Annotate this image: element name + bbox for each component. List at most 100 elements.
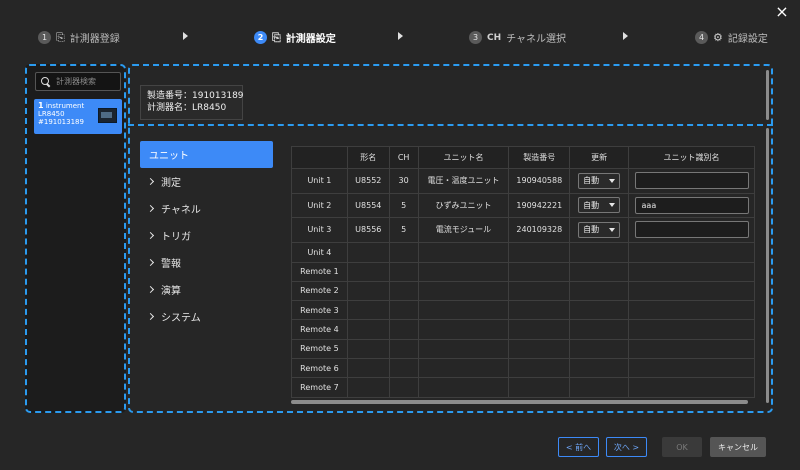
serial-number-cell (508, 280, 571, 302)
table-header-row: 形名 CH ユニット名 製造番号 更新 ユニット識別名 (291, 146, 755, 169)
caret-down-icon (609, 203, 616, 208)
update-mode-select[interactable]: 自動 (578, 197, 621, 214)
channel-count-cell (388, 261, 419, 282)
nav-item-label: システム (161, 313, 201, 324)
search-icon (41, 76, 51, 87)
step-label: 計測器設定 (285, 34, 336, 45)
search-box[interactable] (35, 72, 121, 91)
model-cell: U8556 (346, 217, 390, 243)
record-settings-icon: ⚙ (713, 31, 723, 44)
chevron-right-icon (146, 258, 155, 267)
nav-item-trigger[interactable]: トリガ (140, 222, 273, 249)
update-cell (569, 280, 630, 302)
nav-item-label: トリガ (161, 232, 191, 243)
step-label: チャネル選択 (506, 34, 567, 45)
unit-identifier-cell (628, 241, 755, 263)
nav-item-label: 警報 (161, 259, 181, 270)
instrument-count: 1 (38, 101, 44, 110)
caret-down-icon (609, 227, 616, 232)
model-cell: U8554 (346, 192, 390, 218)
step-number: 4 (695, 31, 708, 44)
chevron-right-icon (146, 204, 155, 213)
nav-item-label: 測定 (161, 178, 181, 189)
update-cell (569, 357, 630, 379)
chevron-right-icon (146, 231, 155, 240)
panel-vertical-scrollbar[interactable] (766, 128, 769, 403)
unit-slot-cell: Remote 2 (291, 280, 348, 302)
serial-number-cell (508, 357, 571, 379)
step-arrow-icon (183, 32, 188, 40)
instrument-icon: ⎘ (56, 30, 65, 44)
nav-item-label: チャネル (161, 205, 201, 216)
unit-slot-cell: Remote 5 (291, 338, 348, 359)
instrument-list-item[interactable]: 1 instrument LR8450 #191013189 (34, 99, 122, 134)
instrument-thumbnail (98, 108, 117, 123)
nav-item-label: 演算 (161, 286, 181, 297)
serial-number-cell (508, 241, 571, 263)
unit-name-cell (417, 357, 510, 379)
model-cell (346, 241, 390, 263)
close-icon[interactable]: × (774, 4, 790, 20)
table-row: Remote 6 (291, 357, 755, 379)
unit-slot-cell: Unit 3 (291, 217, 348, 243)
column-header: 形名 (346, 146, 390, 169)
ok-button[interactable]: OK (662, 437, 702, 457)
update-mode-select[interactable]: 自動 (578, 221, 621, 238)
update-cell: 自動 (569, 168, 630, 194)
unit-table-container: 形名 CH ユニット名 製造番号 更新 ユニット識別名 Unit 1 U8552 30 電圧・温… (291, 146, 755, 399)
update-mode-select[interactable]: 自動 (578, 172, 621, 189)
model-cell (346, 300, 390, 321)
unit-name-cell (417, 241, 510, 263)
update-cell (569, 377, 630, 398)
next-button[interactable]: 次へ > (606, 437, 647, 457)
caret-down-icon (609, 178, 616, 183)
update-cell (569, 338, 630, 359)
unit-name-cell (417, 261, 510, 282)
chevron-right-icon (146, 177, 155, 186)
step-label: 記録設定 (727, 34, 768, 45)
update-cell (569, 300, 630, 321)
table-row: Unit 1 U8552 30 電圧・温度ユニット 190940588 自動 (291, 168, 755, 194)
nav-item-system[interactable]: システム (140, 303, 273, 330)
nav-item-label: ユニット (149, 151, 189, 162)
nav-item-measurement[interactable]: 測定 (140, 168, 273, 195)
channel-count-cell: 5 (388, 192, 419, 218)
channel-count-cell (388, 300, 419, 321)
nav-item-channel[interactable]: チャネル (140, 195, 273, 222)
table-row: Remote 1 (291, 261, 755, 282)
unit-slot-cell: Unit 1 (291, 168, 348, 194)
unit-slot-cell: Remote 3 (291, 300, 348, 321)
column-header: 製造番号 (508, 146, 571, 169)
step-label: 計測器登録 (69, 34, 120, 45)
serial-number-line: 製造番号：191013189 (147, 91, 244, 101)
serial-number-cell (508, 377, 571, 398)
nav-item-unit[interactable]: ユニット (140, 141, 273, 168)
instrument-list-panel: 1 instrument LR8450 #191013189 (25, 64, 126, 413)
chevron-right-icon (146, 312, 155, 321)
channel-count-cell (388, 241, 419, 263)
prev-button[interactable]: < 前へ (558, 437, 599, 457)
unit-identifier-input[interactable] (634, 172, 749, 190)
header-scrollbar[interactable] (766, 70, 769, 120)
cancel-button[interactable]: キャンセル (710, 437, 766, 457)
step-1[interactable]: 1 ⎘ 計測器登録 (38, 30, 120, 45)
table-horizontal-scrollbar[interactable] (291, 400, 748, 404)
step-arrow-icon (398, 32, 403, 40)
search-input[interactable] (56, 77, 118, 86)
step-4[interactable]: 4 ⚙ 記録設定 (695, 30, 768, 45)
channel-count-cell: 5 (388, 217, 419, 243)
step-number: 2 (254, 31, 267, 44)
step-2[interactable]: 2 ⎘ 計測器設定 (254, 30, 336, 45)
update-mode-value: 自動 (583, 176, 600, 186)
channel-count-cell (388, 357, 419, 379)
unit-identifier-cell (628, 192, 755, 218)
unit-identifier-input[interactable] (634, 196, 749, 214)
unit-identifier-input[interactable] (634, 221, 749, 239)
nav-item-calculation[interactable]: 演算 (140, 276, 273, 303)
serial-number-cell: 190942221 (508, 192, 571, 218)
unit-name-cell: 電圧・温度ユニット (417, 168, 510, 194)
nav-item-alarm[interactable]: 警報 (140, 249, 273, 276)
table-row: Remote 2 (291, 280, 755, 302)
step-3[interactable]: 3 CH チャネル選択 (469, 30, 566, 45)
channel-count-cell: 30 (388, 168, 419, 194)
